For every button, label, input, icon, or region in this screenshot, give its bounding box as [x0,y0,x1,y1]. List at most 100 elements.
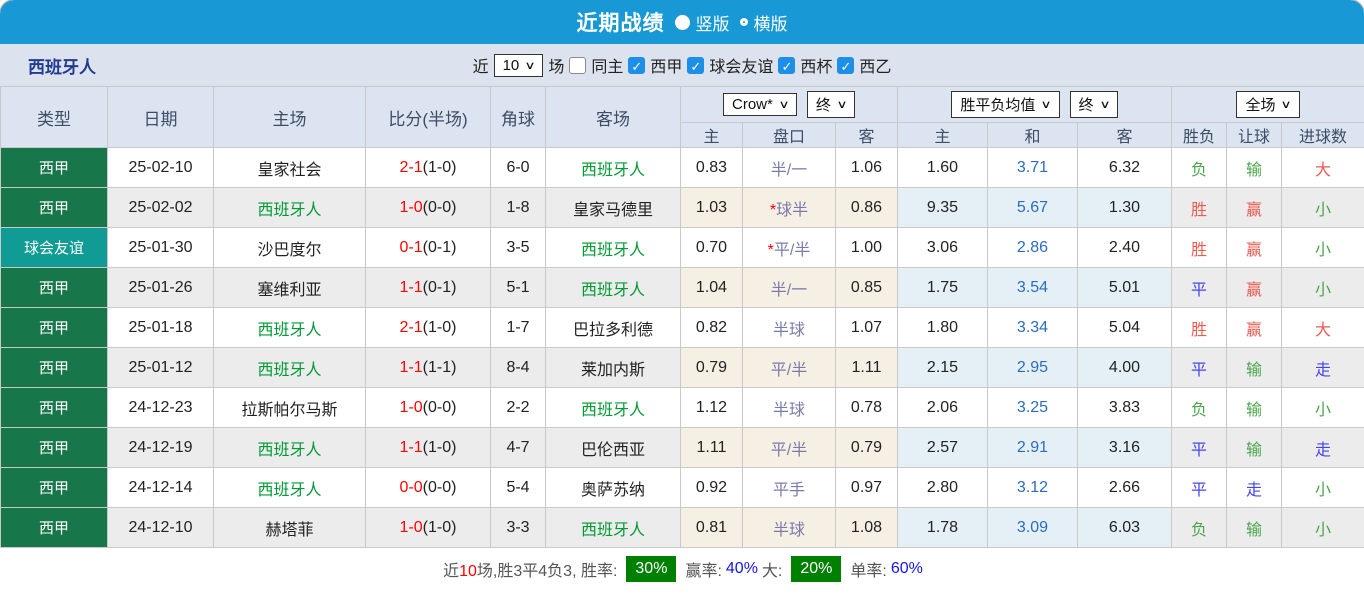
match-date: 25-01-18 [107,307,214,348]
match-date: 25-02-10 [107,147,214,188]
handicap-time-select[interactable]: 终 ∨ [806,91,855,118]
summary-bar: 近10场,胜3平4负3, 胜率: 30% 赢率: 40% 大: 20% 单率: … [0,548,1364,589]
odds-group-header: 胜平负均值 ∨ 终 ∨ [897,86,1172,123]
crown-home-odds: 1.04 [680,267,743,308]
draw-odds: 2.95 [987,347,1078,388]
chevron-down-icon: ∨ [778,99,790,111]
same-home-checkbox[interactable] [569,56,587,74]
away-team[interactable]: 西班牙人 [545,387,681,428]
away-team[interactable]: 西班牙人 [545,267,681,308]
home-team[interactable]: 西班牙人 [213,187,366,228]
match-row: 西甲 24-12-14 西班牙人 0-0(0-0) 5-4 奥萨苏纳 0.92 平手 0.97 2… [0,467,1364,508]
layout-radio-vertical[interactable] [674,14,690,30]
crown-away-odds: 0.86 [835,187,898,228]
scope-select[interactable]: 全场 ∨ [1236,91,1300,118]
handicap: 半/一 [742,267,836,308]
subcol-handicap-result: 让球 [1226,122,1282,148]
league-checkbox-0[interactable]: ✓ [628,56,646,74]
league-checkbox-2[interactable]: ✓ [778,56,796,74]
corners: 1-7 [490,307,546,348]
team-name: 西班牙人 [28,57,96,77]
home-team[interactable]: 拉斯帕尔马斯 [213,387,366,428]
crown-away-odds: 0.78 [835,387,898,428]
home-team[interactable]: 西班牙人 [213,427,366,468]
win-odds: 3.06 [897,227,988,268]
wdl-result: 胜 [1171,227,1227,268]
goals-result: 大 [1281,307,1364,348]
match-date: 24-12-19 [107,427,214,468]
odds-type-select[interactable]: 胜平负均值 ∨ [951,91,1060,118]
type-badge: 西甲 [0,267,108,308]
away-team[interactable]: 巴伦西亚 [545,427,681,468]
home-team[interactable]: 西班牙人 [213,307,366,348]
crown-away-odds: 1.11 [835,347,898,388]
goals-result: 小 [1281,507,1364,548]
col-header-type: 类型 [0,86,108,148]
handicap-group-header: Crow* ∨ 终 ∨ [680,86,898,123]
corners: 8-4 [490,347,546,388]
lose-odds: 5.01 [1077,267,1172,308]
draw-odds: 3.54 [987,267,1078,308]
away-team[interactable]: 皇家马德里 [545,187,681,228]
bookmaker-select[interactable]: Crow* ∨ [723,93,797,116]
home-team[interactable]: 西班牙人 [213,467,366,508]
type-badge: 西甲 [0,187,108,228]
odds-type-select-value: 胜平负均值 [960,97,1036,114]
layout-radio-vertical-group: 竖版 [674,10,730,35]
home-team[interactable]: 赫塔菲 [213,507,366,548]
page-title: 近期战绩 [576,12,665,35]
big-label: 大: [761,562,783,580]
lose-odds: 5.04 [1077,307,1172,348]
handicap-result: 走 [1226,467,1282,508]
away-team[interactable]: 莱加内斯 [545,347,681,388]
win-odds: 1.80 [897,307,988,348]
type-badge: 西甲 [0,347,108,388]
draw-odds: 2.91 [987,427,1078,468]
match-row: 西甲 24-12-19 西班牙人 1-1(1-0) 4-7 巴伦西亚 1.11 平/半 0.79… [0,427,1364,468]
handicap-win-pct: 40% [725,559,758,577]
layout-radio-horizontal-label[interactable]: 横版 [754,10,788,35]
home-team[interactable]: 皇家社会 [213,147,366,188]
handicap: 半球 [742,507,836,548]
match-date: 24-12-10 [107,507,214,548]
away-team[interactable]: 西班牙人 [545,147,681,188]
crown-home-odds: 0.82 [680,307,743,348]
summary-count: 10 [459,562,477,580]
subcol-crown-away: 客 [835,122,898,148]
result-group-header: 全场 ∨ [1171,86,1364,123]
layout-radio-horizontal[interactable] [739,18,748,26]
match-count-select[interactable]: 10 ∨ [493,53,544,77]
handicap-result: 赢 [1226,307,1282,348]
handicap: *球半 [742,187,836,228]
draw-odds: 3.09 [987,507,1078,548]
away-team[interactable]: 奥萨苏纳 [545,467,681,508]
away-team[interactable]: 西班牙人 [545,227,681,268]
big-rate-badge: 20% [791,555,842,582]
recent-results-widget: 近期战绩 竖版 横版 西班牙人 近 10 ∨ 场 同主 ✓ 西甲 ✓ 球会友谊 … [0,0,1364,597]
col-header-away: 客场 [545,86,681,148]
col-header-date: 日期 [107,86,214,148]
odds-time-select[interactable]: 终 ∨ [1069,91,1118,118]
match-date: 24-12-23 [107,387,214,428]
away-team[interactable]: 西班牙人 [545,507,681,548]
score: 1-0(0-0) [365,387,491,428]
corners: 5-4 [490,467,546,508]
draw-odds: 5.67 [987,187,1078,228]
crown-away-odds: 1.06 [835,147,898,188]
wdl-result: 平 [1171,427,1227,468]
home-team[interactable]: 塞维利亚 [213,267,366,308]
score: 1-0(1-0) [365,507,491,548]
layout-radio-vertical-label[interactable]: 竖版 [696,10,730,35]
league-checkbox-3[interactable]: ✓ [837,56,855,74]
match-date: 24-12-14 [107,467,214,508]
away-team[interactable]: 巴拉多利德 [545,307,681,348]
draw-odds: 3.12 [987,467,1078,508]
crown-away-odds: 1.07 [835,307,898,348]
handicap-result: 输 [1226,147,1282,188]
league-checkbox-1[interactable]: ✓ [687,56,705,74]
lose-odds: 3.16 [1077,427,1172,468]
home-team[interactable]: 西班牙人 [213,347,366,388]
win-rate-badge: 30% [626,555,677,582]
subcol-goals: 进球数 [1281,122,1364,148]
home-team[interactable]: 沙巴度尔 [213,227,366,268]
